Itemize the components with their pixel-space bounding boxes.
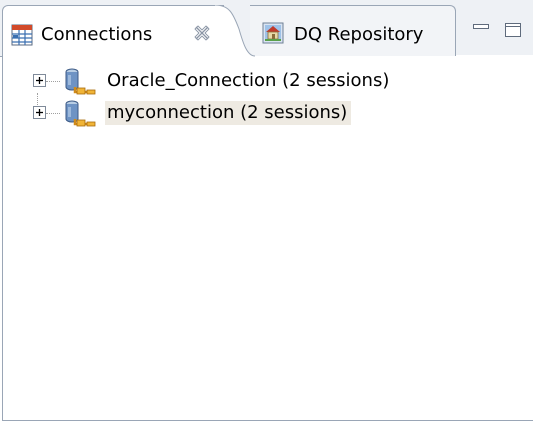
tree-panel: Oracle_Connection (2 sessions) myconnect… xyxy=(2,55,533,421)
database-connection-icon xyxy=(65,68,96,95)
maximize-icon[interactable] xyxy=(504,22,522,38)
tab-label: Connections xyxy=(41,24,153,45)
minimize-icon[interactable] xyxy=(472,22,490,38)
connections-table-icon xyxy=(11,24,33,46)
database-connection-icon xyxy=(65,100,96,127)
tab-strip: DQ Repository Connections xyxy=(0,0,533,57)
tree-item-myconnection[interactable]: myconnection (2 sessions) xyxy=(3,99,433,129)
close-icon[interactable] xyxy=(193,24,211,42)
tab-label: DQ Repository xyxy=(294,24,424,45)
expand-plus-icon[interactable] xyxy=(33,74,46,87)
tab-dq-repository[interactable]: DQ Repository xyxy=(250,5,456,56)
tree-item-label: Oracle_Connection (2 sessions) xyxy=(107,70,390,91)
tree-item-oracle-connection[interactable]: Oracle_Connection (2 sessions) xyxy=(3,67,433,97)
expand-plus-icon[interactable] xyxy=(33,106,46,119)
repository-house-icon xyxy=(262,22,284,44)
tab-connections[interactable]: Connections xyxy=(2,5,224,56)
tab-curve xyxy=(215,5,255,57)
connections-view: DQ Repository Connections Oracle_Connect… xyxy=(0,0,533,424)
tree-item-label: myconnection (2 sessions) xyxy=(105,101,352,125)
